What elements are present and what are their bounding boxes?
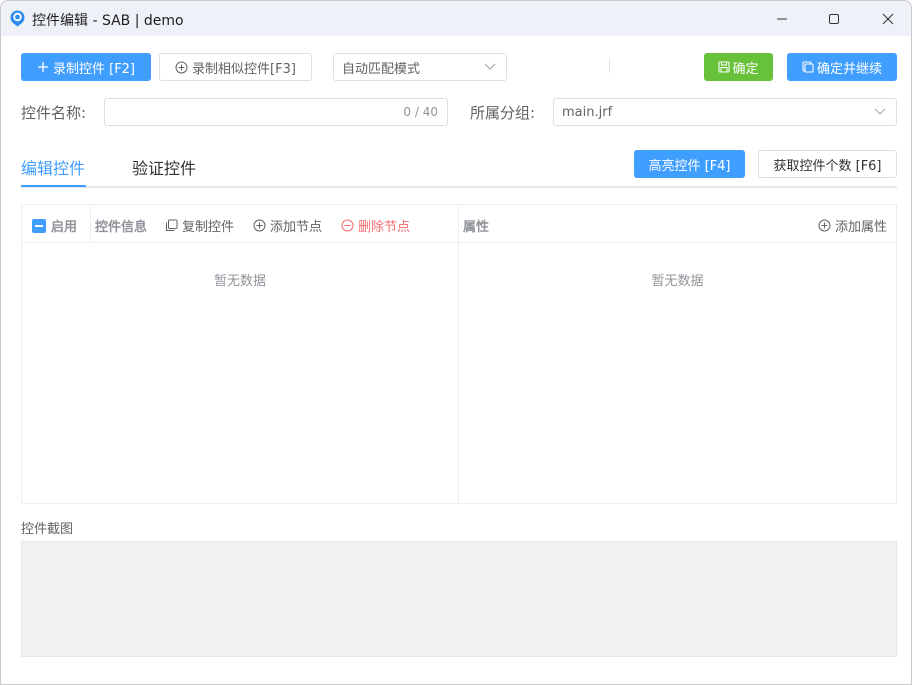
add-node-button[interactable]: 添加节点 <box>253 216 322 235</box>
chevron-down-icon <box>874 108 886 115</box>
enable-checkbox[interactable]: 启用 <box>32 216 77 235</box>
record-similar-label: 录制相似控件[F3] <box>192 61 296 77</box>
copy-control-button[interactable]: 复制控件 <box>165 216 234 235</box>
control-info-title: 控件信息 <box>95 216 147 235</box>
delete-node-button[interactable]: 删除节点 <box>341 216 410 235</box>
get-control-count-label: 获取控件个数 [F6] <box>773 158 882 174</box>
add-attribute-label: 添加属性 <box>835 220 888 235</box>
plus-circle-icon <box>818 219 831 232</box>
record-control-button[interactable]: 录制控件 [F2] <box>21 53 151 81</box>
window-title: 控件编辑 - SAB | demo <box>32 13 184 29</box>
tab-active-indicator <box>21 185 86 187</box>
control-name-input[interactable]: 0 / 40 <box>104 98 448 126</box>
close-icon <box>882 13 894 24</box>
plus-icon <box>37 61 49 73</box>
attributes-panel: 属性 添加属性 暂无数据 <box>458 204 897 504</box>
get-control-count-button[interactable]: 获取控件个数 [F6] <box>758 150 897 178</box>
copy-control-label: 复制控件 <box>182 220 235 235</box>
control-name-label: 控件名称: <box>21 104 87 122</box>
close-button[interactable] <box>863 1 911 36</box>
maximize-icon <box>829 13 839 24</box>
record-control-label: 录制控件 [F2] <box>52 61 136 77</box>
minimize-icon <box>777 18 787 19</box>
control-info-header: 启用 控件信息 复制控件 添加节点 删除节点 <box>22 205 458 243</box>
attributes-header: 属性 添加属性 <box>459 205 896 243</box>
tab-verify-control[interactable]: 验证控件 <box>132 155 196 179</box>
group-select[interactable]: main.jrf <box>553 98 897 126</box>
control-info-panel: 启用 控件信息 复制控件 添加节点 删除节点 暂无数据 <box>21 204 459 504</box>
confirm-button[interactable]: 确定 <box>704 53 773 81</box>
highlight-control-label: 高亮控件 [F4] <box>648 158 731 174</box>
confirm-continue-label: 确定并继续 <box>816 61 882 77</box>
checkbox-indeterminate-icon <box>32 218 46 233</box>
control-editor-window: 控件编辑 - SAB | demo 录制控件 [F2] 录制相似控件[F3] 自… <box>0 0 912 685</box>
record-similar-button[interactable]: 录制相似控件[F3] <box>159 53 312 81</box>
left-empty-text: 暂无数据 <box>213 274 266 289</box>
minus-circle-icon <box>341 219 354 232</box>
delete-node-label: 删除节点 <box>358 220 411 235</box>
tab-bar-line <box>21 186 897 188</box>
group-value: main.jrf <box>562 104 613 120</box>
app-logo-icon <box>10 10 25 27</box>
right-empty-text: 暂无数据 <box>651 274 704 289</box>
highlight-control-button[interactable]: 高亮控件 [F4] <box>634 150 745 178</box>
confirm-label: 确定 <box>732 61 759 77</box>
group-label: 所属分组: <box>470 104 536 122</box>
control-screenshot-label: 控件截图 <box>21 522 74 537</box>
control-info-label: 控件信息 <box>95 220 148 235</box>
match-mode-select[interactable]: 自动匹配模式 <box>333 53 507 81</box>
header-separator <box>90 205 91 243</box>
copy-icon <box>166 219 178 231</box>
tab-edit-control[interactable]: 编辑控件 <box>21 155 85 179</box>
plus-circle-icon <box>253 219 266 232</box>
confirm-continue-button[interactable]: 确定并继续 <box>787 53 897 81</box>
attributes-title: 属性 <box>463 216 489 235</box>
save-copy-icon <box>802 61 815 73</box>
plus-circle-icon <box>175 61 188 74</box>
title-bar: 控件编辑 - SAB | demo <box>1 1 911 36</box>
add-node-label: 添加节点 <box>270 220 323 235</box>
chevron-down-icon <box>484 63 496 70</box>
toolbar-divider <box>609 59 610 73</box>
maximize-button[interactable] <box>809 1 859 36</box>
minimize-button[interactable] <box>757 1 807 36</box>
control-screenshot-area <box>21 541 897 657</box>
attributes-label: 属性 <box>463 220 490 235</box>
enable-label: 启用 <box>51 220 78 235</box>
control-name-counter: 0 / 40 <box>403 105 438 119</box>
match-mode-value: 自动匹配模式 <box>342 61 421 77</box>
add-attribute-button[interactable]: 添加属性 <box>818 216 887 235</box>
save-icon <box>718 61 731 73</box>
